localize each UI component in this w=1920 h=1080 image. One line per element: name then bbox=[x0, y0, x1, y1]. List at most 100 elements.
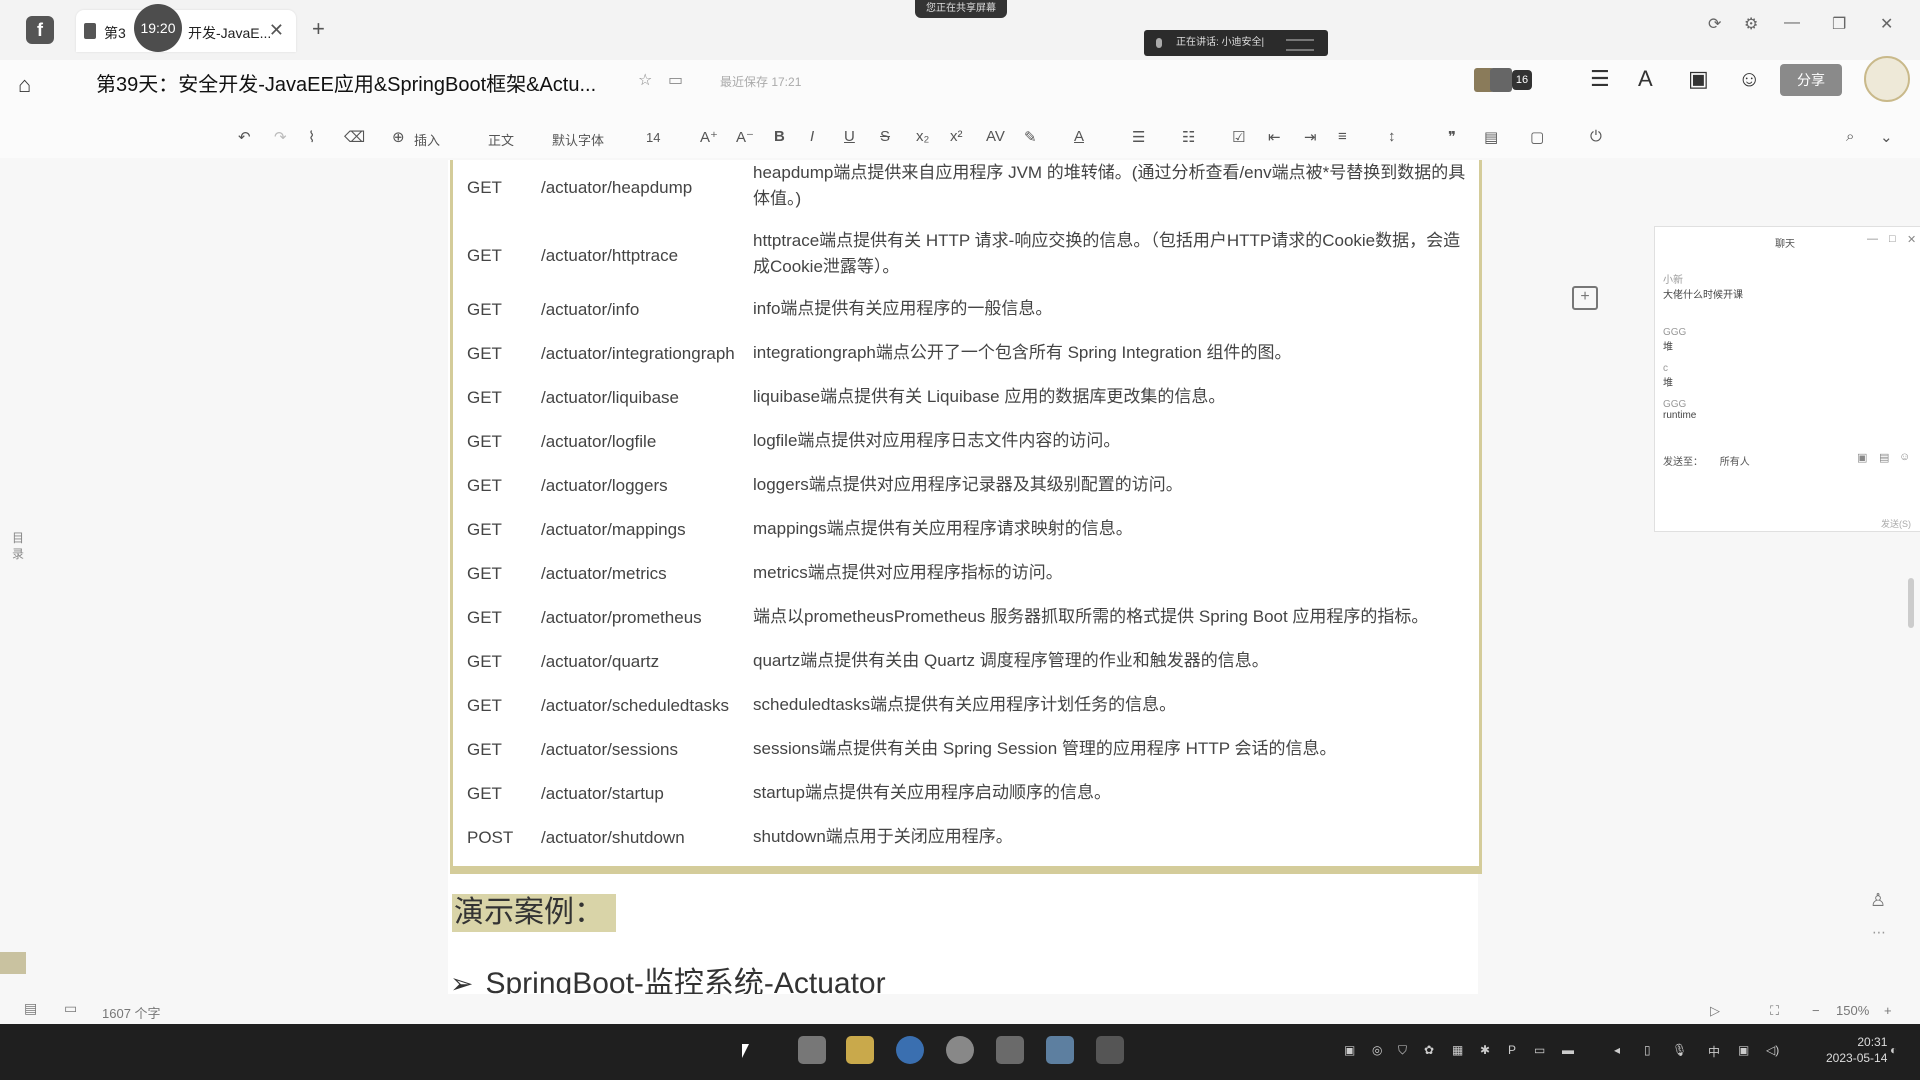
search-icon[interactable]: ⌕ bbox=[1846, 128, 1854, 145]
edge-browser-icon[interactable] bbox=[896, 1036, 924, 1064]
page-view-icon[interactable]: ▭ bbox=[64, 1000, 77, 1017]
share-button[interactable]: 分享 bbox=[1780, 64, 1842, 96]
strikethrough-icon[interactable]: S bbox=[880, 128, 890, 145]
add-collaborator-icon[interactable]: ☺ bbox=[1738, 66, 1760, 92]
document-tab[interactable]: 第3 开发-JavaE... ✕ bbox=[76, 10, 296, 52]
decrease-font-icon[interactable]: A⁻ bbox=[736, 128, 754, 146]
char-spacing-icon[interactable]: AV bbox=[986, 128, 1005, 145]
clear-format-icon[interactable]: ⌫ bbox=[344, 128, 365, 146]
play-icon[interactable]: ▷ bbox=[1710, 1003, 1720, 1019]
subscript-icon[interactable]: x₂ bbox=[916, 128, 929, 145]
network-icon[interactable]: ▣ bbox=[1738, 1043, 1749, 1057]
photos-app-icon[interactable] bbox=[1046, 1036, 1074, 1064]
scrollbar[interactable] bbox=[1908, 578, 1914, 628]
chat-close-button[interactable]: ✕ bbox=[1907, 233, 1916, 246]
outline-mini-icon[interactable] bbox=[0, 952, 26, 974]
format-painter-icon[interactable]: ⌇ bbox=[308, 128, 315, 146]
quote-icon[interactable]: ❞ bbox=[1448, 128, 1456, 146]
move-folder-icon[interactable]: ▭ bbox=[668, 70, 683, 90]
tray-app-icon[interactable]: ▣ bbox=[1344, 1043, 1355, 1057]
word-count[interactable]: 1607 个字 bbox=[102, 1003, 161, 1022]
font-size-select[interactable]: 14 bbox=[646, 130, 660, 145]
chrome-browser-icon[interactable] bbox=[946, 1036, 974, 1064]
tray-wechat-icon[interactable]: ✿ bbox=[1424, 1043, 1434, 1057]
docs-app-icon[interactable] bbox=[996, 1036, 1024, 1064]
volume-icon[interactable]: ◁) bbox=[1766, 1043, 1779, 1057]
chat-maximize-button[interactable]: □ bbox=[1889, 233, 1896, 245]
chat-send-button[interactable]: 发送(S) bbox=[1881, 517, 1911, 530]
new-tab-button[interactable]: + bbox=[312, 16, 325, 42]
underline-icon[interactable]: U bbox=[844, 128, 855, 145]
paragraph-style-select[interactable]: 正文 bbox=[488, 130, 514, 149]
task-view-icon[interactable] bbox=[798, 1036, 826, 1064]
bullet-list-icon[interactable]: ☰ bbox=[1132, 128, 1145, 146]
fullscreen-icon[interactable]: ⛶ bbox=[1770, 1003, 1779, 1019]
close-window-button[interactable]: ✕ bbox=[1880, 14, 1893, 34]
indent-icon[interactable]: ⇥ bbox=[1304, 128, 1317, 146]
plugin-icon[interactable]: ⏻ bbox=[1590, 128, 1602, 145]
insert-icon[interactable]: ⊕ bbox=[392, 128, 405, 146]
chat-user-icon[interactable]: ☺ bbox=[1899, 451, 1910, 463]
terminal-app-icon[interactable] bbox=[1096, 1036, 1124, 1064]
user-avatar[interactable] bbox=[1864, 56, 1910, 102]
superscript-icon[interactable]: x² bbox=[950, 128, 963, 145]
tab-close-icon[interactable]: ✕ bbox=[269, 20, 284, 41]
outline-view-icon[interactable]: ▤ bbox=[24, 1000, 37, 1017]
chat-image-icon[interactable]: ▤ bbox=[1879, 451, 1889, 464]
chevron-down-icon[interactable]: ⌄ bbox=[1880, 128, 1893, 146]
app-logo-icon[interactable]: f bbox=[26, 16, 54, 44]
settings-gear-icon[interactable]: ⚙ bbox=[1744, 14, 1758, 34]
tray-p-icon[interactable]: P bbox=[1508, 1043, 1516, 1057]
microphone-tray-icon[interactable]: 🎙 bbox=[1672, 1043, 1687, 1057]
insert-menu[interactable]: 插入 bbox=[414, 130, 440, 149]
bold-icon[interactable]: B bbox=[774, 128, 785, 145]
numbered-list-icon[interactable]: ☷ bbox=[1182, 128, 1195, 146]
tray-chat-icon[interactable]: ▭ bbox=[1534, 1043, 1545, 1057]
present-icon[interactable]: ▣ bbox=[1688, 66, 1709, 92]
highlight-icon[interactable]: ✎ bbox=[1024, 128, 1037, 146]
undo-icon[interactable]: ↶ bbox=[238, 128, 251, 146]
divider-icon[interactable]: ▤ bbox=[1484, 128, 1498, 146]
file-explorer-icon[interactable] bbox=[846, 1036, 874, 1064]
font-family-select[interactable]: 默认字体 bbox=[552, 130, 604, 149]
tray-arrow-icon[interactable]: ◂ bbox=[1614, 1043, 1620, 1057]
send-to-select[interactable]: 所有人 bbox=[1720, 457, 1750, 468]
screen-share-notice[interactable]: 您正在共享屏幕 bbox=[915, 0, 1007, 18]
zoom-out-button[interactable]: − bbox=[1812, 1003, 1820, 1018]
refresh-icon[interactable]: ⟳ bbox=[1708, 14, 1721, 34]
home-icon[interactable]: ⌂ bbox=[18, 72, 31, 98]
checklist-icon[interactable]: ☑ bbox=[1232, 128, 1245, 146]
shirt-theme-icon[interactable]: ♙ bbox=[1870, 890, 1886, 911]
font-color-icon[interactable]: A bbox=[1074, 128, 1084, 145]
text-format-icon[interactable]: A bbox=[1638, 66, 1653, 92]
tray-screenshot-icon[interactable]: ◎ bbox=[1372, 1043, 1382, 1057]
tray-shield-icon[interactable]: ⛉ bbox=[1398, 1043, 1407, 1058]
tray-network-app-icon[interactable]: ▦ bbox=[1452, 1043, 1463, 1057]
add-comment-icon[interactable]: + bbox=[1572, 286, 1598, 310]
maximize-button[interactable]: ❐ bbox=[1832, 14, 1846, 34]
star-icon[interactable]: ☆ bbox=[638, 70, 652, 90]
notification-icon[interactable]: ◐ bbox=[1890, 1043, 1897, 1057]
table-of-contents-toggle[interactable]: 目录 bbox=[12, 530, 26, 562]
redo-icon[interactable]: ↷ bbox=[274, 128, 287, 146]
system-clock[interactable]: 20:31 2023-05-14 bbox=[1826, 1034, 1887, 1066]
minimize-button[interactable]: — bbox=[1784, 14, 1800, 32]
collaborators[interactable]: 16 bbox=[1474, 68, 1538, 94]
ime-indicator[interactable]: 中 bbox=[1708, 1043, 1720, 1060]
chat-file-icon[interactable]: ▣ bbox=[1857, 451, 1867, 464]
menu-icon[interactable]: ☰ bbox=[1590, 66, 1610, 92]
zoom-level[interactable]: 150% bbox=[1836, 1003, 1869, 1018]
tray-gear-icon[interactable]: ✱ bbox=[1480, 1043, 1490, 1057]
italic-icon[interactable]: I bbox=[810, 128, 814, 145]
line-spacing-icon[interactable]: ↕ bbox=[1388, 128, 1396, 145]
insert-block-icon[interactable]: ▢ bbox=[1530, 128, 1544, 146]
document-title[interactable]: 第39天：安全开发-JavaEE应用&SpringBoot框架&Actu... bbox=[96, 68, 596, 97]
tray-monitor-icon[interactable]: ▬ bbox=[1562, 1043, 1574, 1057]
zoom-in-button[interactable]: + bbox=[1884, 1003, 1892, 1018]
align-icon[interactable]: ≡ bbox=[1338, 128, 1347, 145]
chat-minimize-button[interactable]: — bbox=[1867, 233, 1878, 245]
outdent-icon[interactable]: ⇤ bbox=[1268, 128, 1281, 146]
increase-font-icon[interactable]: A⁺ bbox=[700, 128, 718, 146]
battery-icon[interactable]: ▯ bbox=[1644, 1043, 1651, 1057]
more-icon[interactable]: ⋯ bbox=[1872, 924, 1886, 941]
